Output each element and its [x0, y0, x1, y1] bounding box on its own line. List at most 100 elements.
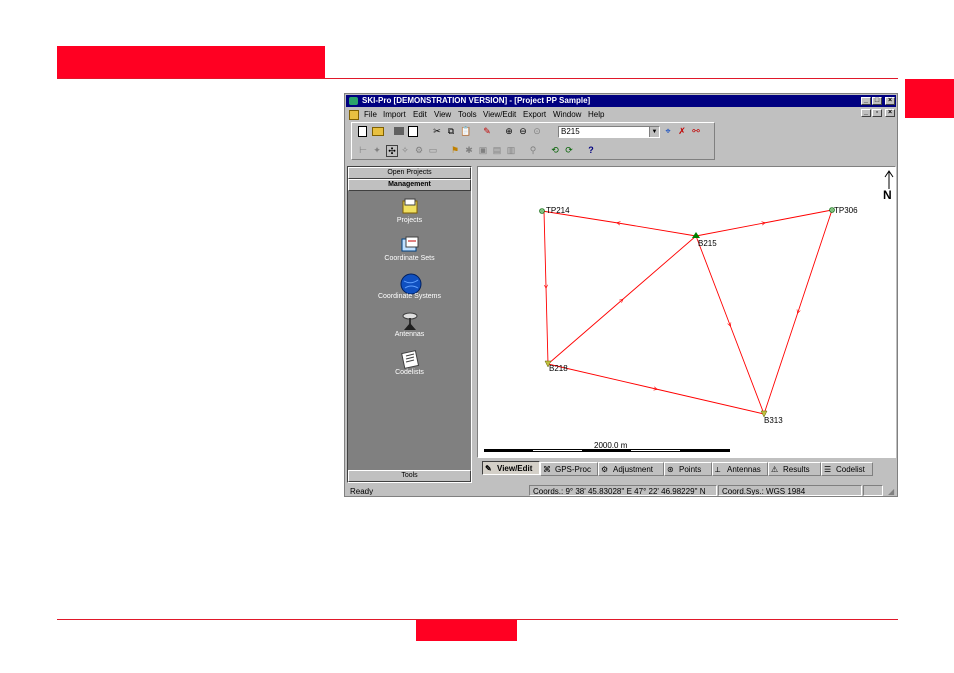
north-label: N	[883, 188, 892, 202]
menu-edit[interactable]: Edit	[413, 110, 427, 119]
help-icon[interactable]: ?	[586, 145, 596, 155]
coordinate-sets-icon	[400, 235, 420, 255]
scale-bar-segment	[631, 450, 680, 451]
title-bar[interactable]: SKI-Pro [DEMONSTRATION VERSION] - [Proje…	[346, 95, 896, 107]
menu-file[interactable]: File	[364, 110, 377, 119]
minimize-button[interactable]: _	[861, 97, 871, 105]
baseline[interactable]	[695, 235, 765, 415]
tab-antennas[interactable]: ⟂ Antennas	[712, 462, 768, 476]
tool-a-icon[interactable]: ⊢	[358, 145, 368, 155]
tool-h-icon[interactable]: ✱	[464, 145, 474, 155]
child-restore-button[interactable]: ▫	[872, 109, 882, 117]
tool-f-icon[interactable]: ▭	[428, 145, 438, 155]
tool-d-icon[interactable]: ✧	[400, 145, 410, 155]
tool-g-icon[interactable]: ⚑	[450, 145, 460, 155]
locate-icon[interactable]: ⌖	[663, 126, 673, 136]
point-selector[interactable]: B215 ▼	[558, 126, 660, 138]
tab-points[interactable]: ⊛ Points	[664, 462, 712, 476]
view-tabs: ✎ View/Edit ⌘ GPS-Proc ⚙ Adjustment ⊛ Po…	[477, 460, 896, 477]
close-button[interactable]: ×	[885, 97, 895, 105]
new-icon[interactable]	[358, 126, 367, 137]
maximize-button[interactable]: □	[872, 97, 882, 105]
baseline[interactable]	[547, 235, 697, 365]
status-empty-cell	[863, 485, 883, 496]
projects-icon	[400, 197, 420, 217]
scale-label: 2000.0 m	[594, 441, 628, 450]
menu-export[interactable]: Export	[523, 110, 546, 119]
gps-proc-icon: ⌘	[543, 465, 551, 474]
projects-item[interactable]: Projects	[348, 197, 471, 224]
print-icon[interactable]	[394, 127, 404, 135]
tool-l-icon[interactable]: ⚲	[528, 145, 538, 155]
resize-grip-icon[interactable]: ◢	[884, 485, 896, 496]
tab-label: GPS-Proc	[555, 465, 592, 474]
print-preview-icon[interactable]	[408, 126, 418, 137]
point-marker[interactable]	[539, 208, 545, 214]
window-title: SKI-Pro [DEMONSTRATION VERSION] - [Proje…	[362, 96, 591, 105]
codelists-label: Codelists	[395, 369, 424, 376]
point-marker[interactable]	[692, 232, 700, 238]
scale-bar-segment	[533, 450, 582, 451]
menu-import[interactable]: Import	[383, 110, 406, 119]
map-view[interactable]: TP214 B215 TP306 B218 B313 N 2000.0 m	[477, 166, 896, 458]
tab-view-edit[interactable]: ✎ View/Edit	[482, 461, 540, 475]
zoom-in-icon[interactable]: ⊕	[504, 126, 514, 136]
point-selector-value: B215	[561, 127, 580, 136]
tab-gps-proc[interactable]: ⌘ GPS-Proc	[540, 462, 598, 476]
footer-red-bar	[416, 620, 517, 641]
north-arrow: N	[883, 170, 894, 202]
menu-tools[interactable]: Tools	[458, 110, 477, 119]
baseline[interactable]	[547, 363, 765, 415]
view-edit-icon: ✎	[485, 464, 492, 473]
codelists-item[interactable]: Codelists	[348, 349, 471, 376]
baselines	[541, 209, 833, 415]
baseline[interactable]	[543, 210, 549, 365]
child-close-button[interactable]: ×	[885, 109, 895, 117]
coordinate-sets-item[interactable]: Coordinate Sets	[348, 235, 471, 262]
tool-n-icon[interactable]: ⟳	[564, 145, 574, 155]
antennas-item[interactable]: Antennas	[348, 311, 471, 338]
tool-j-icon[interactable]: ▤	[492, 145, 502, 155]
tool-e-icon[interactable]: ⚙	[414, 145, 424, 155]
menu-view[interactable]: View	[434, 110, 451, 119]
paste-icon[interactable]: 📋	[460, 126, 471, 136]
link-icon[interactable]: ⚯	[691, 126, 701, 136]
child-minimize-button[interactable]: _	[861, 109, 871, 117]
tool-c-icon[interactable]: ✣	[386, 145, 398, 157]
globe-icon	[400, 273, 421, 295]
chevron-down-icon[interactable]: ▼	[649, 127, 659, 137]
zoom-out-icon[interactable]: ⊖	[518, 126, 528, 136]
cut-icon[interactable]: ✂	[432, 126, 442, 136]
tab-label: Adjustment	[613, 465, 654, 474]
coordinate-sets-label: Coordinate Sets	[384, 255, 435, 262]
header-red-line	[57, 78, 898, 79]
baseline[interactable]	[695, 209, 833, 237]
network-map[interactable]: TP214 B215 TP306 B218 B313 N 2000.0 m	[478, 167, 895, 457]
menu-window[interactable]: Window	[553, 110, 581, 119]
tab-results[interactable]: ⚠ Results	[768, 462, 821, 476]
baseline[interactable]	[763, 209, 833, 415]
north-arrow-icon	[884, 170, 894, 189]
measure-icon[interactable]: ✗	[677, 126, 687, 136]
menu-view-edit[interactable]: View/Edit	[483, 110, 516, 119]
coordinate-systems-item[interactable]: Coordinate Systems	[348, 273, 471, 300]
document-icon[interactable]	[349, 110, 359, 120]
properties-icon[interactable]: ✎	[482, 126, 492, 136]
tool-k-icon[interactable]: ▥	[506, 145, 516, 155]
tool-m-icon[interactable]: ⟲	[550, 145, 560, 155]
tab-codelist[interactable]: ☰ Codelist	[821, 462, 873, 476]
menu-help[interactable]: Help	[588, 110, 604, 119]
tab-adjustment[interactable]: ⚙ Adjustment	[598, 462, 664, 476]
open-icon[interactable]	[372, 127, 384, 136]
antenna-tab-icon: ⟂	[715, 465, 721, 474]
point-label: B215	[698, 239, 717, 248]
zoom-all-icon[interactable]: ⊙	[532, 126, 542, 136]
tool-i-icon[interactable]: ▣	[478, 145, 488, 155]
management-header[interactable]: Management	[348, 179, 471, 191]
copy-icon[interactable]: ⧉	[446, 126, 456, 136]
tool-b-icon[interactable]: ✦	[372, 145, 382, 155]
status-coords: Coords.: 9° 38' 45.83028'' E 47° 22' 46.…	[529, 485, 717, 496]
open-projects-header[interactable]: Open Projects	[348, 167, 471, 179]
tools-header[interactable]: Tools	[348, 470, 471, 482]
side-red-tab	[905, 79, 954, 118]
